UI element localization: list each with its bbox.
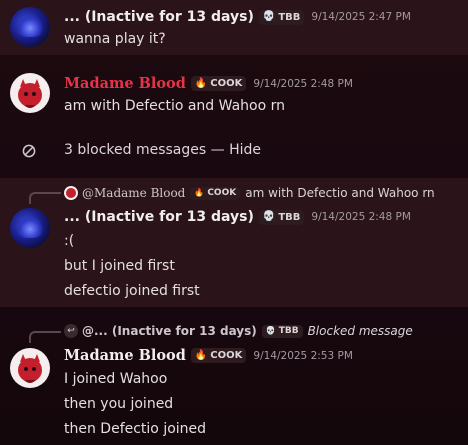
blocked-icon <box>22 144 36 158</box>
message-text: I joined Wahoo <box>64 371 168 387</box>
flame-icon: 🔥 <box>194 188 205 197</box>
reply-preview[interactable]: ↩ @... (Inactive for 13 days) 💀 TBB Block… <box>64 324 413 338</box>
blocked-messages-toggle[interactable]: 3 blocked messages — Hide <box>64 142 261 158</box>
author-name[interactable]: Madame Blood <box>64 75 186 92</box>
author-name[interactable]: Madame Blood <box>64 347 186 364</box>
message-1[interactable]: ... (Inactive for 13 days) 💀 TBB 9/14/202… <box>0 0 468 55</box>
message-text: am with Defectio and Wahoo rn <box>64 98 285 114</box>
reply-server-tag: 🔥 COOK <box>190 186 241 200</box>
message-text: wanna play it? <box>64 31 166 47</box>
timestamp: 9/14/2025 2:53 PM <box>253 349 353 362</box>
reply-avatar <box>64 186 78 200</box>
reply-text: am with Defectio and Wahoo rn <box>245 186 435 200</box>
server-tag[interactable]: 🔥 COOK <box>190 76 247 91</box>
flame-icon: 🔥 <box>194 349 208 361</box>
server-tag[interactable]: 💀 TBB <box>258 209 305 225</box>
reply-spine <box>29 192 61 204</box>
reply-arrow-icon: ↩ <box>64 324 78 338</box>
reply-author[interactable]: @... (Inactive for 13 days) <box>82 324 257 338</box>
timestamp: 9/14/2025 2:47 PM <box>311 11 411 23</box>
timestamp: 9/14/2025 2:48 PM <box>311 211 411 223</box>
flame-icon: 🔥 <box>194 77 208 89</box>
message-text: :( <box>64 233 75 249</box>
author-name[interactable]: ... (Inactive for 13 days) <box>64 9 254 25</box>
avatar[interactable] <box>10 73 50 113</box>
reply-server-tag: 💀 TBB <box>261 324 303 338</box>
avatar[interactable] <box>10 208 50 248</box>
message-4[interactable]: ↩ @... (Inactive for 13 days) 💀 TBB Block… <box>0 318 468 445</box>
reply-text: Blocked message <box>307 324 413 338</box>
message-text: defectio joined first <box>64 283 200 299</box>
timestamp: 9/14/2025 2:48 PM <box>253 77 353 90</box>
avatar[interactable] <box>10 7 50 47</box>
reply-spine <box>29 331 61 343</box>
server-tag[interactable]: 💀 TBB <box>258 9 305 25</box>
author-name[interactable]: ... (Inactive for 13 days) <box>64 209 254 225</box>
reply-preview[interactable]: @Madame Blood 🔥 COOK am with Defectio and… <box>64 186 435 200</box>
message-text: but I joined first <box>64 258 175 274</box>
server-tag[interactable]: 🔥 COOK <box>190 348 247 363</box>
message-3[interactable]: @Madame Blood 🔥 COOK am with Defectio and… <box>0 178 468 307</box>
avatar[interactable] <box>10 348 50 388</box>
skull-icon: 💀 <box>262 211 276 222</box>
message-text: then Defectio joined <box>64 421 207 437</box>
skull-icon: 💀 <box>262 11 276 22</box>
reply-author[interactable]: @Madame Blood <box>82 186 185 200</box>
message-2[interactable]: Madame Blood 🔥 COOK 9/14/2025 2:48 PM am … <box>0 63 468 123</box>
skull-icon: 💀 <box>265 326 276 335</box>
message-text: then you joined <box>64 396 174 412</box>
